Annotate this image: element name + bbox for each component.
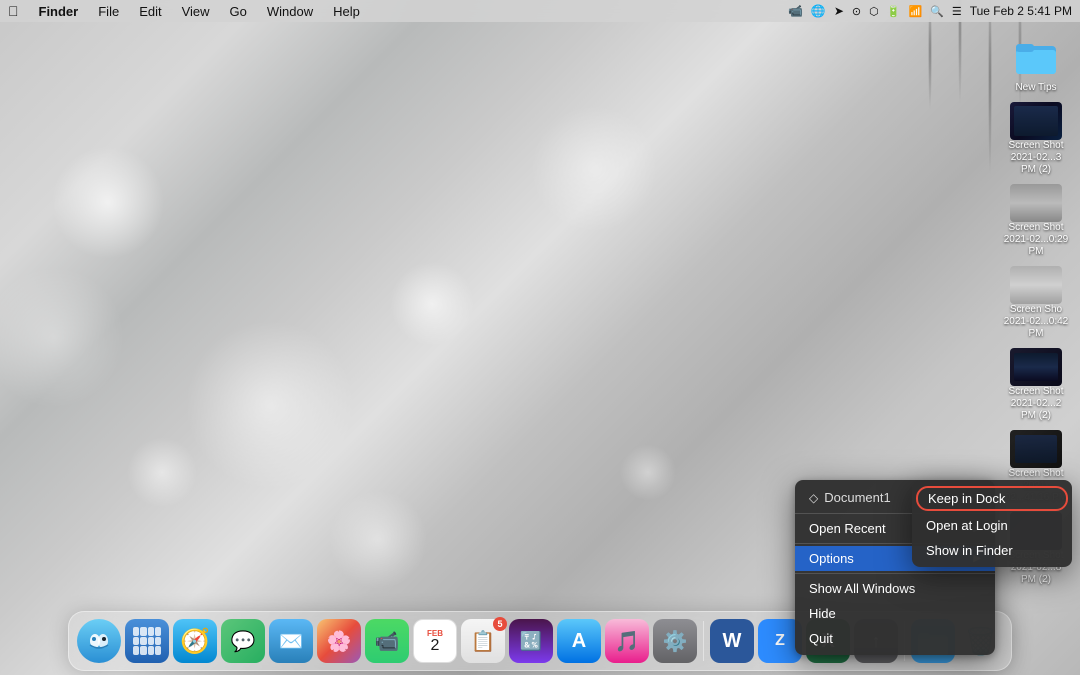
menubar-wifi-icon[interactable]: 📶 — [908, 5, 922, 18]
context-menu-quit[interactable]: Quit — [795, 626, 995, 651]
menubar-cast-icon[interactable]: ⊙ — [852, 5, 861, 18]
menubar-arrow-icon[interactable]: ➤ — [834, 4, 844, 18]
reminders-icon: 📋 — [471, 629, 496, 654]
menubar-video-icon[interactable]: 📹 — [788, 4, 803, 18]
calendar-day: 2 — [431, 638, 440, 654]
submenu-keep-in-dock[interactable]: Keep in Dock — [916, 486, 1068, 511]
window-menu[interactable]: Window — [263, 4, 317, 19]
dock-photos[interactable]: 🌸 — [317, 619, 361, 663]
word-icon: W — [723, 630, 742, 653]
dock-system-preferences[interactable]: ⚙️ — [653, 619, 697, 663]
dock-mail[interactable]: ✉️ — [269, 619, 313, 663]
desktop:  Finder File Edit View Go Window Help 📹… — [0, 0, 1080, 675]
dock-reminders[interactable]: 📋 5 — [461, 619, 505, 663]
new-tips-label: New Tips — [1015, 82, 1056, 94]
screenshot2-label: Screen Shot 2021-02...0:29 PM — [1002, 222, 1070, 258]
options-submenu: Keep in Dock Open at Login Show in Finde… — [912, 480, 1072, 567]
menubar-time: Tue Feb 2 5:41 PM — [970, 4, 1072, 18]
dock-music[interactable]: 🎵 — [605, 619, 649, 663]
facetime-icon: 📹 — [375, 629, 400, 654]
dock-slack[interactable]: 🔣 — [509, 619, 553, 663]
file-menu[interactable]: File — [94, 4, 123, 19]
dock-finder[interactable] — [77, 619, 121, 663]
desktop-icon-screenshot2[interactable]: Screen Shot 2021-02...0:29 PM — [1000, 182, 1072, 260]
dock-calendar[interactable]: FEB 2 — [413, 619, 457, 663]
context-menu-hide[interactable]: Hide — [795, 601, 995, 626]
dock-separator — [703, 621, 704, 661]
desktop-icon-screenshot4[interactable]: Screen Shot 2021-02...2 PM (2) — [1000, 346, 1072, 424]
preferences-icon: ⚙️ — [663, 629, 688, 654]
reminders-badge: 5 — [493, 617, 507, 631]
desktop-icon-screenshot3[interactable]: Screen Sho 2021-02...0:42 PM — [1000, 264, 1072, 342]
launchpad-icon — [129, 623, 165, 659]
finder-icon-svg — [84, 626, 114, 656]
screenshot4-label: Screen Shot 2021-02...2 PM (2) — [1002, 386, 1070, 422]
menubar:  Finder File Edit View Go Window Help 📹… — [0, 0, 1080, 22]
submenu-show-in-finder[interactable]: Show in Finder — [912, 538, 1072, 563]
dock-facetime[interactable]: 📹 — [365, 619, 409, 663]
context-menu-icon: ◇ — [809, 491, 818, 505]
apple-menu[interactable]:  — [8, 3, 19, 19]
dock-word[interactable]: W — [710, 619, 754, 663]
wallpaper-overlay — [480, 0, 1080, 500]
mail-icon: ✉️ — [279, 629, 304, 654]
safari-icon: 🧭 — [180, 627, 210, 656]
context-menu-app-name: Document1 — [824, 490, 890, 505]
zoom-icon: Z — [775, 632, 785, 650]
folder-icon — [1014, 34, 1058, 78]
dock-appstore[interactable]: A — [557, 619, 601, 663]
menubar-network-icon[interactable]: 🌐 — [811, 4, 826, 18]
submenu-open-at-login[interactable]: Open at Login — [912, 513, 1072, 538]
dock-launchpad[interactable] — [125, 619, 169, 663]
appstore-icon: A — [572, 630, 586, 653]
dock-safari[interactable]: 🧭 — [173, 619, 217, 663]
menubar-bluetooth-icon[interactable]: ⬡ — [869, 5, 879, 18]
go-menu[interactable]: Go — [226, 4, 251, 19]
desktop-icon-screenshot1[interactable]: Screen Shot 2021-02...3 PM (2) — [1000, 100, 1072, 178]
screenshot3-label: Screen Sho 2021-02...0:42 PM — [1002, 304, 1070, 340]
menubar-battery-icon: 🔋 — [887, 5, 901, 18]
view-menu[interactable]: View — [178, 4, 214, 19]
desktop-icon-new-tips[interactable]: New Tips — [1000, 30, 1072, 96]
messages-icon: 💬 — [231, 629, 256, 654]
slack-icon: 🔣 — [520, 631, 542, 652]
context-menu-show-all[interactable]: Show All Windows — [795, 576, 995, 601]
context-menu-divider3 — [795, 573, 995, 574]
edit-menu[interactable]: Edit — [135, 4, 165, 19]
menubar-notification-icon[interactable]: ☰ — [952, 5, 962, 18]
menubar-search-icon[interactable]: 🔍 — [930, 5, 944, 18]
music-icon: 🎵 — [615, 629, 640, 654]
screenshot1-label: Screen Shot 2021-02...3 PM (2) — [1002, 140, 1070, 176]
photos-icon: 🌸 — [327, 629, 352, 654]
app-name-menu[interactable]: Finder — [35, 4, 83, 19]
help-menu[interactable]: Help — [329, 4, 364, 19]
dock-messages[interactable]: 💬 — [221, 619, 265, 663]
